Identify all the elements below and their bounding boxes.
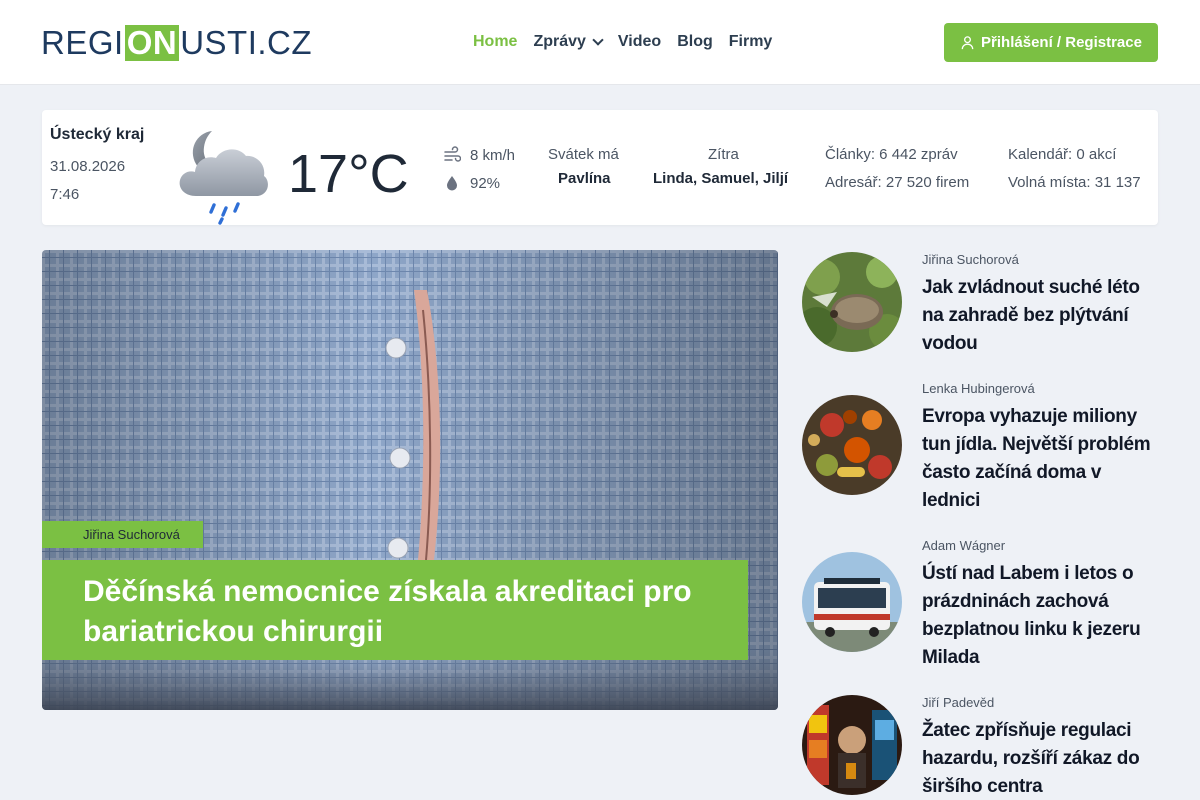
nav-video-label: Video	[617, 33, 662, 50]
nav-firmy-label: Firmy	[728, 33, 773, 50]
featured-title-box: Děčínská nemocnice získala akreditaci pr…	[42, 560, 748, 660]
article-author[interactable]: Jiří Padevěd	[922, 695, 994, 710]
article-author[interactable]: Jiřina Suchorová	[922, 252, 1019, 267]
calendar-count[interactable]: Kalendář: 0 akcí	[1008, 146, 1116, 163]
nav-video[interactable]: Video	[618, 33, 661, 51]
food-waste-image	[802, 395, 902, 495]
article-title[interactable]: Evropa vyhazuje miliony tun jídla. Nejvě…	[922, 403, 1162, 515]
article-title[interactable]: Žatec zpřísňuje regulaci hazardu, rozšíř…	[922, 717, 1162, 800]
slot-machine-image	[802, 695, 902, 795]
site-logo[interactable]: REGI ON USTI.CZ	[41, 24, 312, 62]
logo-text-mid: ON	[124, 24, 180, 61]
logo-text-left: REGI	[41, 24, 124, 61]
article-thumbnail[interactable]	[802, 395, 902, 495]
article-thumbnail[interactable]	[802, 695, 902, 795]
login-register-label: Přihlášení / Registrace	[981, 34, 1142, 51]
tomorrow-names: Linda, Samuel, Jiljí	[653, 170, 789, 187]
temperature: 17°C	[288, 144, 409, 204]
nameday-label: Svátek má	[548, 146, 619, 163]
article-thumbnail[interactable]	[802, 252, 902, 352]
wind-speed: 8 km/h	[443, 146, 515, 164]
nav-home-label: Home	[473, 33, 518, 50]
main-nav: Home Zprávy Video Blog Firmy	[473, 33, 772, 51]
featured-article[interactable]: Jiřina Suchorová Děčínská nemocnice získ…	[42, 250, 778, 710]
night-cloud-rain-icon	[179, 131, 268, 225]
bus-image	[802, 552, 902, 652]
featured-title[interactable]: Děčínská nemocnice získala akreditaci pr…	[83, 572, 728, 652]
nav-zpravy-label: Zprávy	[533, 33, 586, 50]
hedgehog-image	[802, 252, 902, 352]
site-header: REGI ON USTI.CZ Home Zprávy Video Blog F…	[0, 0, 1200, 85]
nav-blog-label: Blog	[677, 33, 713, 50]
nav-blog[interactable]: Blog	[677, 33, 713, 51]
chevron-down-icon	[592, 34, 604, 46]
region-name: Ústecký kraj	[50, 126, 145, 143]
directory-count[interactable]: Adresář: 27 520 firem	[825, 174, 969, 191]
jobs-count[interactable]: Volná místa: 31 137	[1008, 174, 1141, 191]
current-date: 31.08.2026	[50, 158, 126, 175]
nav-firmy[interactable]: Firmy	[729, 33, 773, 51]
login-register-button[interactable]: Přihlášení / Registrace	[944, 23, 1158, 62]
nav-zpravy[interactable]: Zprávy	[533, 33, 604, 51]
nav-home[interactable]: Home	[473, 33, 517, 51]
logo-text-right: USTI.CZ	[180, 24, 313, 61]
humidity: 92%	[443, 174, 500, 192]
featured-author[interactable]: Jiřina Suchorová	[42, 521, 203, 548]
article-author[interactable]: Lenka Hubingerová	[922, 381, 1035, 396]
article-thumbnail[interactable]	[802, 552, 902, 652]
water-drop-icon	[447, 176, 457, 191]
tomorrow-label: Zítra	[708, 146, 739, 163]
wind-speed-value: 8 km/h	[470, 146, 516, 164]
humidity-value: 92%	[470, 174, 501, 192]
user-icon	[961, 36, 974, 50]
weather-info-bar: Ústecký kraj 31.08.2026 7:46 17°C 8 km/h…	[42, 110, 1158, 225]
articles-count[interactable]: Články: 6 442 zpráv	[825, 146, 958, 163]
wind-icon	[444, 146, 461, 162]
article-author[interactable]: Adam Wágner	[922, 538, 1005, 553]
current-time: 7:46	[50, 186, 80, 203]
nameday-name: Pavlína	[558, 170, 611, 187]
article-title[interactable]: Ústí nad Labem i letos o prázdninách zac…	[922, 560, 1162, 672]
article-title[interactable]: Jak zvládnout suché léto na zahradě bez …	[922, 274, 1162, 358]
